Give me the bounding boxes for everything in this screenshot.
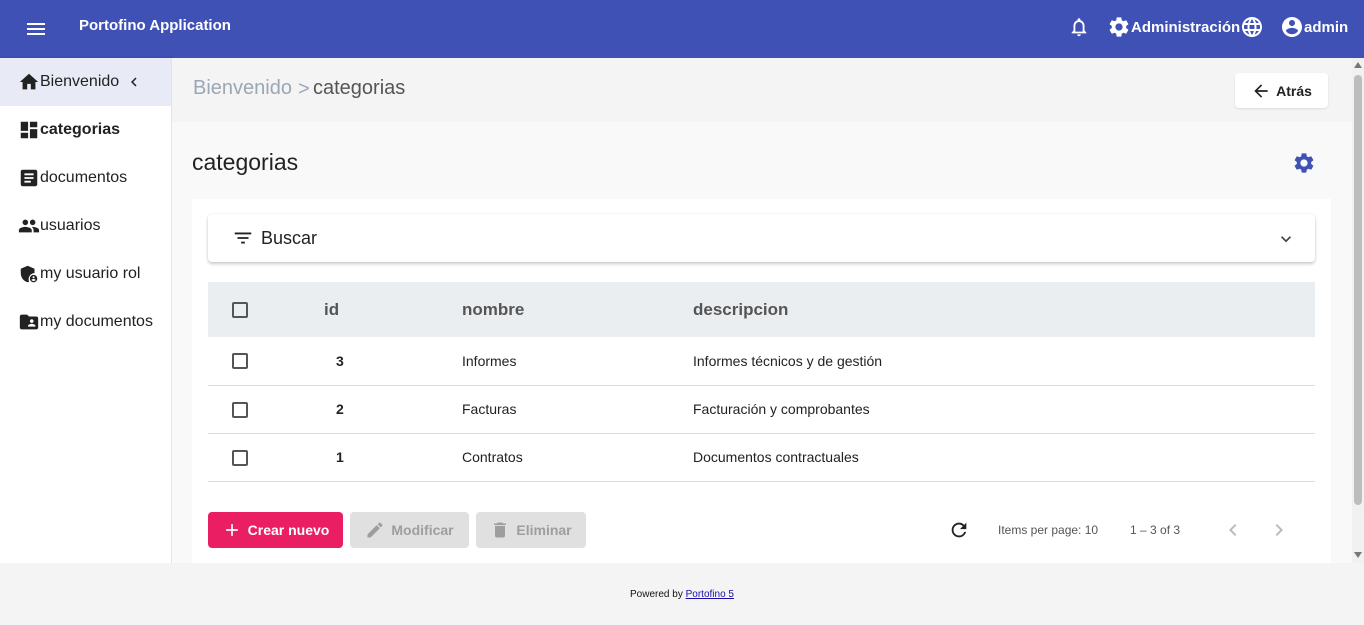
menu-icon[interactable]: [24, 17, 48, 41]
administration-menu[interactable]: Administración: [1107, 13, 1240, 41]
sidebar-item-usuarios[interactable]: usuarios: [0, 202, 171, 250]
user-menu[interactable]: admin: [1280, 13, 1348, 41]
sidebar-item-label: my documentos: [40, 313, 153, 330]
scroll-down-arrow-icon[interactable]: [1354, 552, 1362, 558]
cell-id: 1: [336, 449, 344, 465]
sidebar-item-label: categorias: [40, 121, 121, 138]
delete-button[interactable]: Eliminar: [476, 512, 586, 548]
row-select-cell: [208, 385, 324, 433]
scrollbar-thumb[interactable]: [1354, 75, 1362, 505]
top-toolbar: Portofino Application Administración adm…: [0, 0, 1364, 58]
sidebar-item-label: Bienvenido: [40, 73, 120, 90]
pencil-icon: [367, 522, 383, 538]
row-checkbox[interactable]: [232, 353, 248, 370]
sidebar-item-my-documentos[interactable]: my documentos: [0, 298, 171, 346]
crud-card: Buscar id nombre descripcion 3 Informes …: [192, 199, 1331, 569]
table-row[interactable]: 2 Facturas Facturación y comprobantes: [208, 385, 1315, 433]
footer-prefix: Powered by: [630, 589, 683, 600]
gear-icon: [1107, 15, 1131, 39]
cell-descripcion: Facturación y comprobantes: [693, 401, 870, 417]
footer: Powered by Portofino 5: [0, 563, 1364, 625]
cell-descripcion: Informes técnicos y de gestión: [693, 352, 883, 369]
app-title: Portofino Application: [79, 17, 231, 34]
breadcrumb-current: categorias: [313, 77, 406, 99]
page-title: categorias: [192, 149, 299, 175]
vertical-scrollbar[interactable]: [1352, 58, 1364, 563]
breadcrumb-home-link[interactable]: Bienvenido: [193, 77, 292, 100]
page-settings-gear-icon[interactable]: [1292, 151, 1316, 175]
sidebar-item-label: documentos: [40, 169, 128, 186]
cell-descripcion: Documentos contractuales: [693, 449, 859, 465]
search-panel-header[interactable]: Buscar: [208, 214, 1315, 262]
plus-icon: [225, 524, 238, 536]
row-select-cell: [208, 433, 324, 481]
footer-portofino-link[interactable]: Portofino 5: [686, 589, 734, 600]
previous-page-chevron-icon[interactable]: [1221, 518, 1245, 542]
sidebar-item-label: usuarios: [40, 217, 101, 234]
sidebar-item-bienvenido[interactable]: Bienvenido: [0, 58, 171, 106]
article-icon: [20, 169, 38, 187]
sidebar-item-label: my usuario rol: [40, 265, 141, 282]
sidebar: Bienvenido categorias documentos usuario…: [0, 58, 172, 563]
dashboard-icon: [20, 121, 38, 139]
sidebar-item-documentos[interactable]: documentos: [0, 154, 171, 202]
main-content: categorias Buscar id nombre descripcion: [172, 122, 1352, 569]
cell-nombre-link[interactable]: Facturas: [462, 385, 693, 433]
table-row[interactable]: 3 Informes Informes técnicos y de gestió…: [208, 337, 1315, 385]
column-header-descripcion[interactable]: descripcion: [693, 282, 1315, 337]
search-panel-label: Buscar: [261, 228, 318, 248]
filter-list-icon: [234, 232, 252, 244]
refresh-icon[interactable]: [948, 519, 970, 541]
next-page-chevron-icon[interactable]: [1267, 518, 1291, 542]
administration-label: Administración: [1131, 18, 1241, 36]
cell-id: 2: [336, 401, 344, 417]
sidebar-item-categorias[interactable]: categorias: [0, 106, 171, 154]
admin-shield-icon: [20, 265, 38, 283]
folder-user-icon: [19, 314, 39, 330]
chevron-left-icon: [131, 77, 137, 87]
notifications-bell-icon[interactable]: [1068, 13, 1090, 41]
pagination-range: 1 – 3 of 3: [1130, 523, 1181, 537]
back-button-label: Atrás: [1276, 82, 1312, 99]
account-circle-icon: [1280, 15, 1304, 39]
row-select-cell: [208, 337, 324, 385]
trash-icon: [494, 522, 507, 538]
column-header-id[interactable]: id: [324, 282, 462, 337]
user-label: admin: [1304, 18, 1349, 36]
scroll-up-arrow-icon[interactable]: [1354, 62, 1362, 68]
results-table: id nombre descripcion 3 Informes Informe…: [208, 282, 1315, 482]
group-icon: [18, 219, 40, 233]
chevron-down-icon: [1281, 236, 1291, 243]
language-globe-icon[interactable]: [1240, 13, 1264, 41]
arrow-back-icon: [1254, 83, 1268, 98]
items-per-page-selector[interactable]: Items per page: 10: [998, 523, 1098, 537]
back-button[interactable]: Atrás: [1235, 73, 1328, 108]
row-checkbox[interactable]: [232, 401, 248, 418]
sidebar-item-my-usuario-rol[interactable]: my usuario rol: [0, 250, 171, 298]
cell-nombre-link[interactable]: Contratos: [462, 433, 693, 481]
edit-label: Modificar: [391, 522, 454, 538]
home-icon: [19, 73, 39, 90]
table-row[interactable]: 1 Contratos Documentos contractuales: [208, 433, 1315, 481]
select-all-cell: [208, 282, 324, 337]
cell-id: 3: [336, 352, 344, 369]
delete-label: Eliminar: [516, 522, 572, 538]
row-checkbox[interactable]: [232, 449, 248, 466]
cell-nombre-link[interactable]: Informes: [462, 337, 693, 385]
create-new-button[interactable]: Crear nuevo: [208, 512, 343, 548]
create-new-label: Crear nuevo: [247, 522, 330, 538]
breadcrumb-separator: >: [298, 78, 310, 100]
breadcrumb: Bienvenido > categorias Atrás: [172, 58, 1352, 122]
column-header-nombre[interactable]: nombre: [462, 282, 693, 337]
edit-button[interactable]: Modificar: [350, 512, 469, 548]
table-header-row: id nombre descripcion: [208, 282, 1315, 337]
select-all-checkbox[interactable]: [232, 302, 248, 319]
